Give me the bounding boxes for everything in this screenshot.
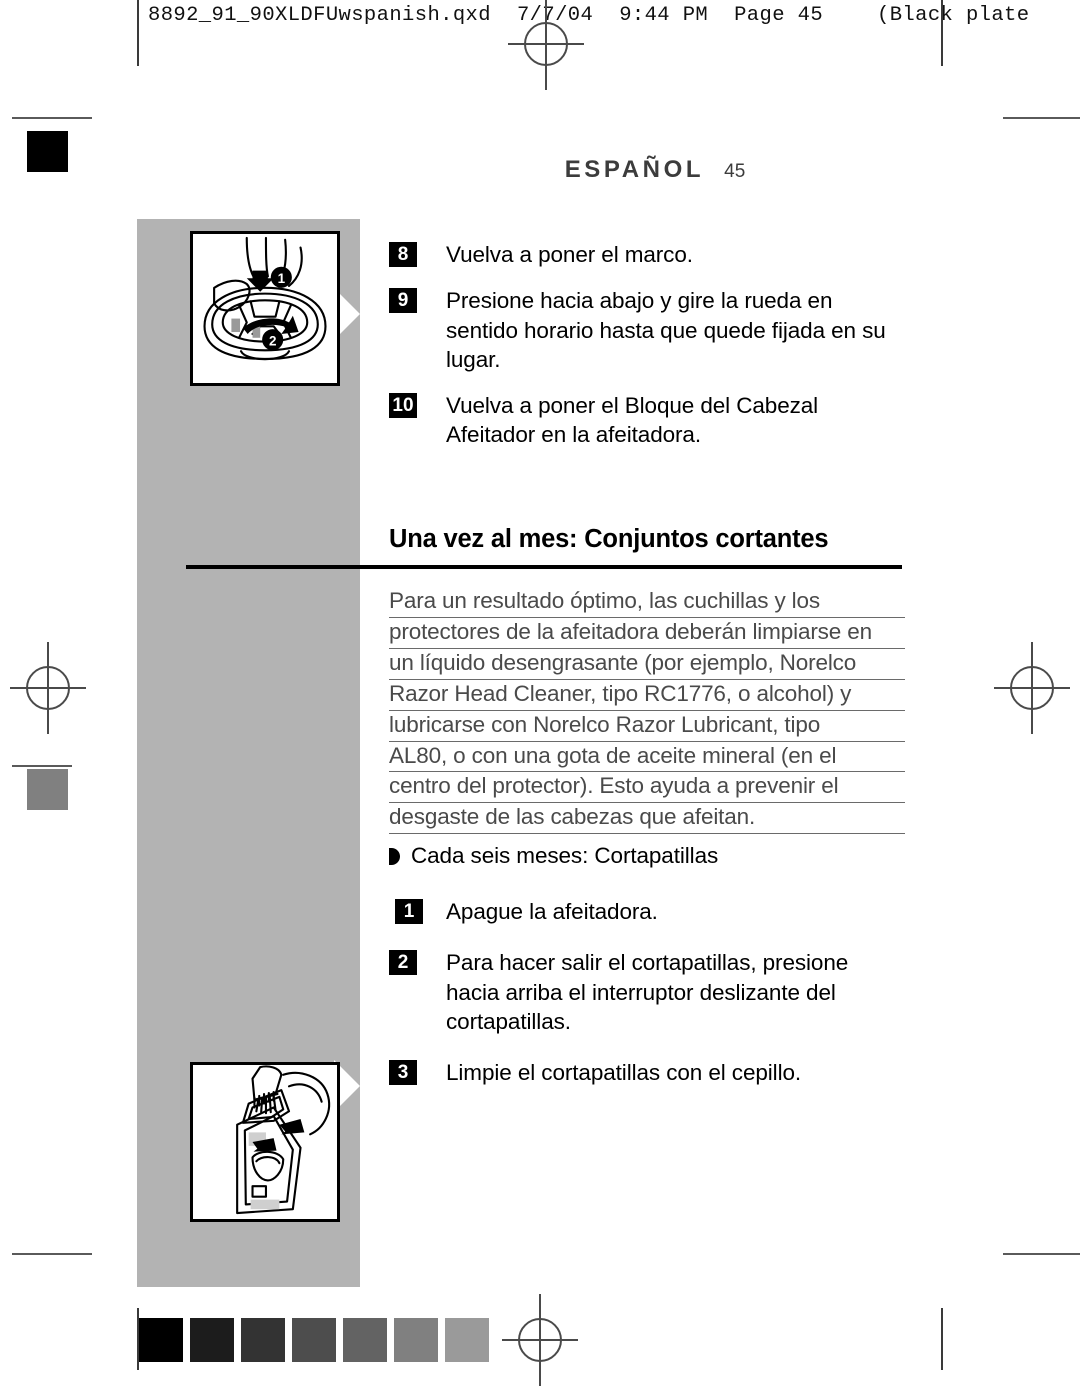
paragraph-line: AL80, o con una gota de aceite mineral (… <box>389 742 905 773</box>
step-text: Vuelva a poner el marco. <box>446 242 693 267</box>
calibration-swatch <box>292 1318 336 1362</box>
grayscale-calibration-bar-left <box>139 1318 489 1362</box>
step-number-badge: 10 <box>389 393 417 418</box>
steps-list-bottom: 1 Apague la afeitadora. 2 Para hacer sal… <box>389 897 901 1104</box>
slug-page-label: Page 45 <box>734 4 824 27</box>
page-number: 45 <box>724 161 746 182</box>
paragraph-line: protectores de la afeitadora deberán lim… <box>389 618 905 649</box>
language-title: ESPAÑOL <box>564 156 705 183</box>
paragraph-line: Razor Head Cleaner, tipo RC1776, o alcoh… <box>389 680 905 711</box>
paragraph-line: centro del protector). Esto ayuda a prev… <box>389 772 905 804</box>
calibration-swatch <box>343 1318 387 1362</box>
svg-text:2: 2 <box>269 333 276 348</box>
svg-text:1: 1 <box>278 271 286 286</box>
steps-list-top: 8 Vuelva a poner el marco. 9 Presione ha… <box>389 240 901 467</box>
list-item: 8 Vuelva a poner el marco. <box>389 240 901 269</box>
step-number-badge: 3 <box>389 1060 417 1085</box>
subsection-label: Cada seis meses: Cortapatillas <box>411 843 719 868</box>
paragraph-line: desgaste de las cabezas que afeitan. <box>389 803 905 835</box>
calibration-swatch <box>139 1318 183 1362</box>
step-number-badge: 1 <box>395 899 423 924</box>
step-text: Para hacer salir el cortapatillas, presi… <box>446 950 849 1034</box>
section-heading-rule <box>186 565 902 569</box>
list-item: 2 Para hacer salir el cortapatillas, pre… <box>389 948 901 1036</box>
slug-time: 9:44 PM <box>619 4 709 27</box>
section-paragraph: Para un resultado óptimo, las cuchillas … <box>389 587 905 835</box>
step-number-badge: 8 <box>389 242 417 267</box>
step-text: Vuelva a poner el Bloque del Cabezal Afe… <box>446 393 819 448</box>
section-heading: Una vez al mes: Conjuntos cortantes <box>389 525 829 553</box>
slug-plate: (Black plate <box>877 4 1030 27</box>
step-text: Presione hacia abajo y gire la rueda en … <box>446 288 886 372</box>
paragraph-line: un líquido desengrasante (por ejemplo, N… <box>389 649 905 680</box>
page-header: ESPAÑOL 45 <box>0 156 1080 184</box>
crop-mark-top-left-horizontal <box>12 117 92 119</box>
subsection-bullet-row: Cada seis meses: Cortapatillas <box>389 843 901 869</box>
crop-mark-bottom-left-horizontal <box>12 1253 92 1255</box>
crop-mark-top-right-horizontal <box>1003 117 1080 119</box>
crop-mark-middle-left-horizontal <box>12 765 72 767</box>
step-number-badge: 2 <box>389 950 417 976</box>
list-item: 1 Apague la afeitadora. <box>389 897 901 926</box>
registration-crosshair-icon-right <box>984 640 1080 736</box>
trimmer-brush-cleaning-illustration <box>190 1062 340 1222</box>
slug-filename: 8892_91_90XLDFUwspanish.qxd <box>148 4 491 27</box>
shaver-head-wheel-illustration: 1 2 <box>190 231 340 386</box>
paragraph-line: Para un resultado óptimo, las cuchillas … <box>389 587 905 618</box>
list-item: 9 Presione hacia abajo y gire la rueda e… <box>389 286 901 374</box>
crop-mark-top-right-vertical <box>941 0 943 66</box>
paragraph-line: lubricarse con Norelco Razor Lubricant, … <box>389 711 905 742</box>
step-text: Limpie el cortapatillas con el cepillo. <box>446 1060 802 1085</box>
list-item: 10 Vuelva a poner el Bloque del Cabezal … <box>389 391 901 450</box>
calibration-swatch <box>394 1318 438 1362</box>
calibration-swatch <box>445 1318 489 1362</box>
crop-mark-bottom-right-vertical <box>941 1308 943 1370</box>
registration-crosshair-icon-top <box>498 0 594 92</box>
step-number-badge: 9 <box>389 288 417 314</box>
registration-crosshair-icon-left <box>0 640 96 736</box>
registration-crosshair-icon-bottom <box>492 1292 588 1388</box>
half-disc-bullet-icon <box>389 848 400 865</box>
list-item: 3 Limpie el cortapatillas con el cepillo… <box>389 1058 901 1087</box>
calibration-swatch <box>190 1318 234 1362</box>
crop-mark-bottom-right-horizontal <box>1003 1253 1080 1255</box>
calibration-swatch <box>241 1318 285 1362</box>
step-text: Apague la afeitadora. <box>446 899 658 924</box>
density-patch-gray <box>27 769 68 810</box>
crop-mark-top-left-vertical <box>137 0 139 66</box>
